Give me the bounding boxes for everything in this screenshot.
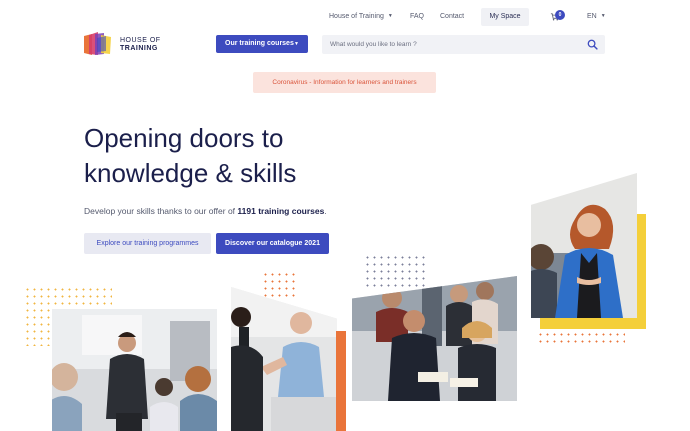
language-label: EN	[587, 13, 597, 20]
subtext-start: Develop your skills thanks to our offer …	[84, 206, 238, 216]
brand-line-1: HOUSE OF	[120, 37, 161, 44]
house-of-training-logo[interactable]	[84, 32, 112, 55]
our-training-courses-button[interactable]: Our training courses ▼	[216, 35, 308, 53]
decorative-dots-orange	[262, 271, 298, 301]
photo-presenter-woman	[531, 173, 637, 318]
caret-down-icon: ▼	[600, 13, 606, 19]
subtext-end: .	[324, 206, 327, 216]
nav-faq[interactable]: FAQ	[410, 13, 424, 20]
hero-subtext: Develop your skills thanks to our offer …	[84, 206, 327, 216]
search-icon[interactable]	[587, 39, 598, 50]
decorative-dots-orange-right	[537, 331, 625, 343]
search-input[interactable]	[322, 35, 605, 54]
nav-contact[interactable]: Contact	[440, 13, 464, 20]
decorative-dots-gray	[364, 254, 428, 288]
decorative-orange-bar	[336, 331, 346, 431]
my-space-button[interactable]: My Space	[481, 8, 529, 26]
brand-line-2: TRAINING	[120, 45, 158, 52]
caret-down-icon: ▼	[294, 41, 299, 47]
caret-down-icon: ▼	[387, 13, 393, 19]
top-navigation: House of Training ▼ FAQ Contact EN ▼	[0, 8, 690, 28]
photo-group-reading	[352, 276, 517, 401]
language-selector[interactable]: EN ▼	[587, 13, 606, 20]
course-count: 1191 training courses	[237, 206, 325, 216]
brand-name: HOUSE OF TRAINING	[120, 37, 161, 53]
explore-programmes-button[interactable]: Explore our training programmes	[84, 233, 211, 254]
nav-house-of-training-label: House of Training	[329, 13, 384, 20]
nav-house-of-training[interactable]: House of Training ▼	[329, 13, 393, 20]
headline-line-2: knowledge & skills	[84, 158, 297, 188]
photo-classroom-presenter	[52, 309, 217, 431]
courses-button-label: Our training courses	[225, 40, 294, 47]
photo-discussion	[231, 287, 337, 431]
coronavirus-notice-link[interactable]: Coronavirus - Information for learners a…	[253, 72, 436, 93]
cart-count-badge: 0	[555, 10, 565, 20]
headline-line-1: Opening doors to	[84, 123, 284, 153]
hero-headline: Opening doors to knowledge & skills	[84, 121, 404, 191]
discover-catalogue-button[interactable]: Discover our catalogue 2021	[216, 233, 329, 254]
